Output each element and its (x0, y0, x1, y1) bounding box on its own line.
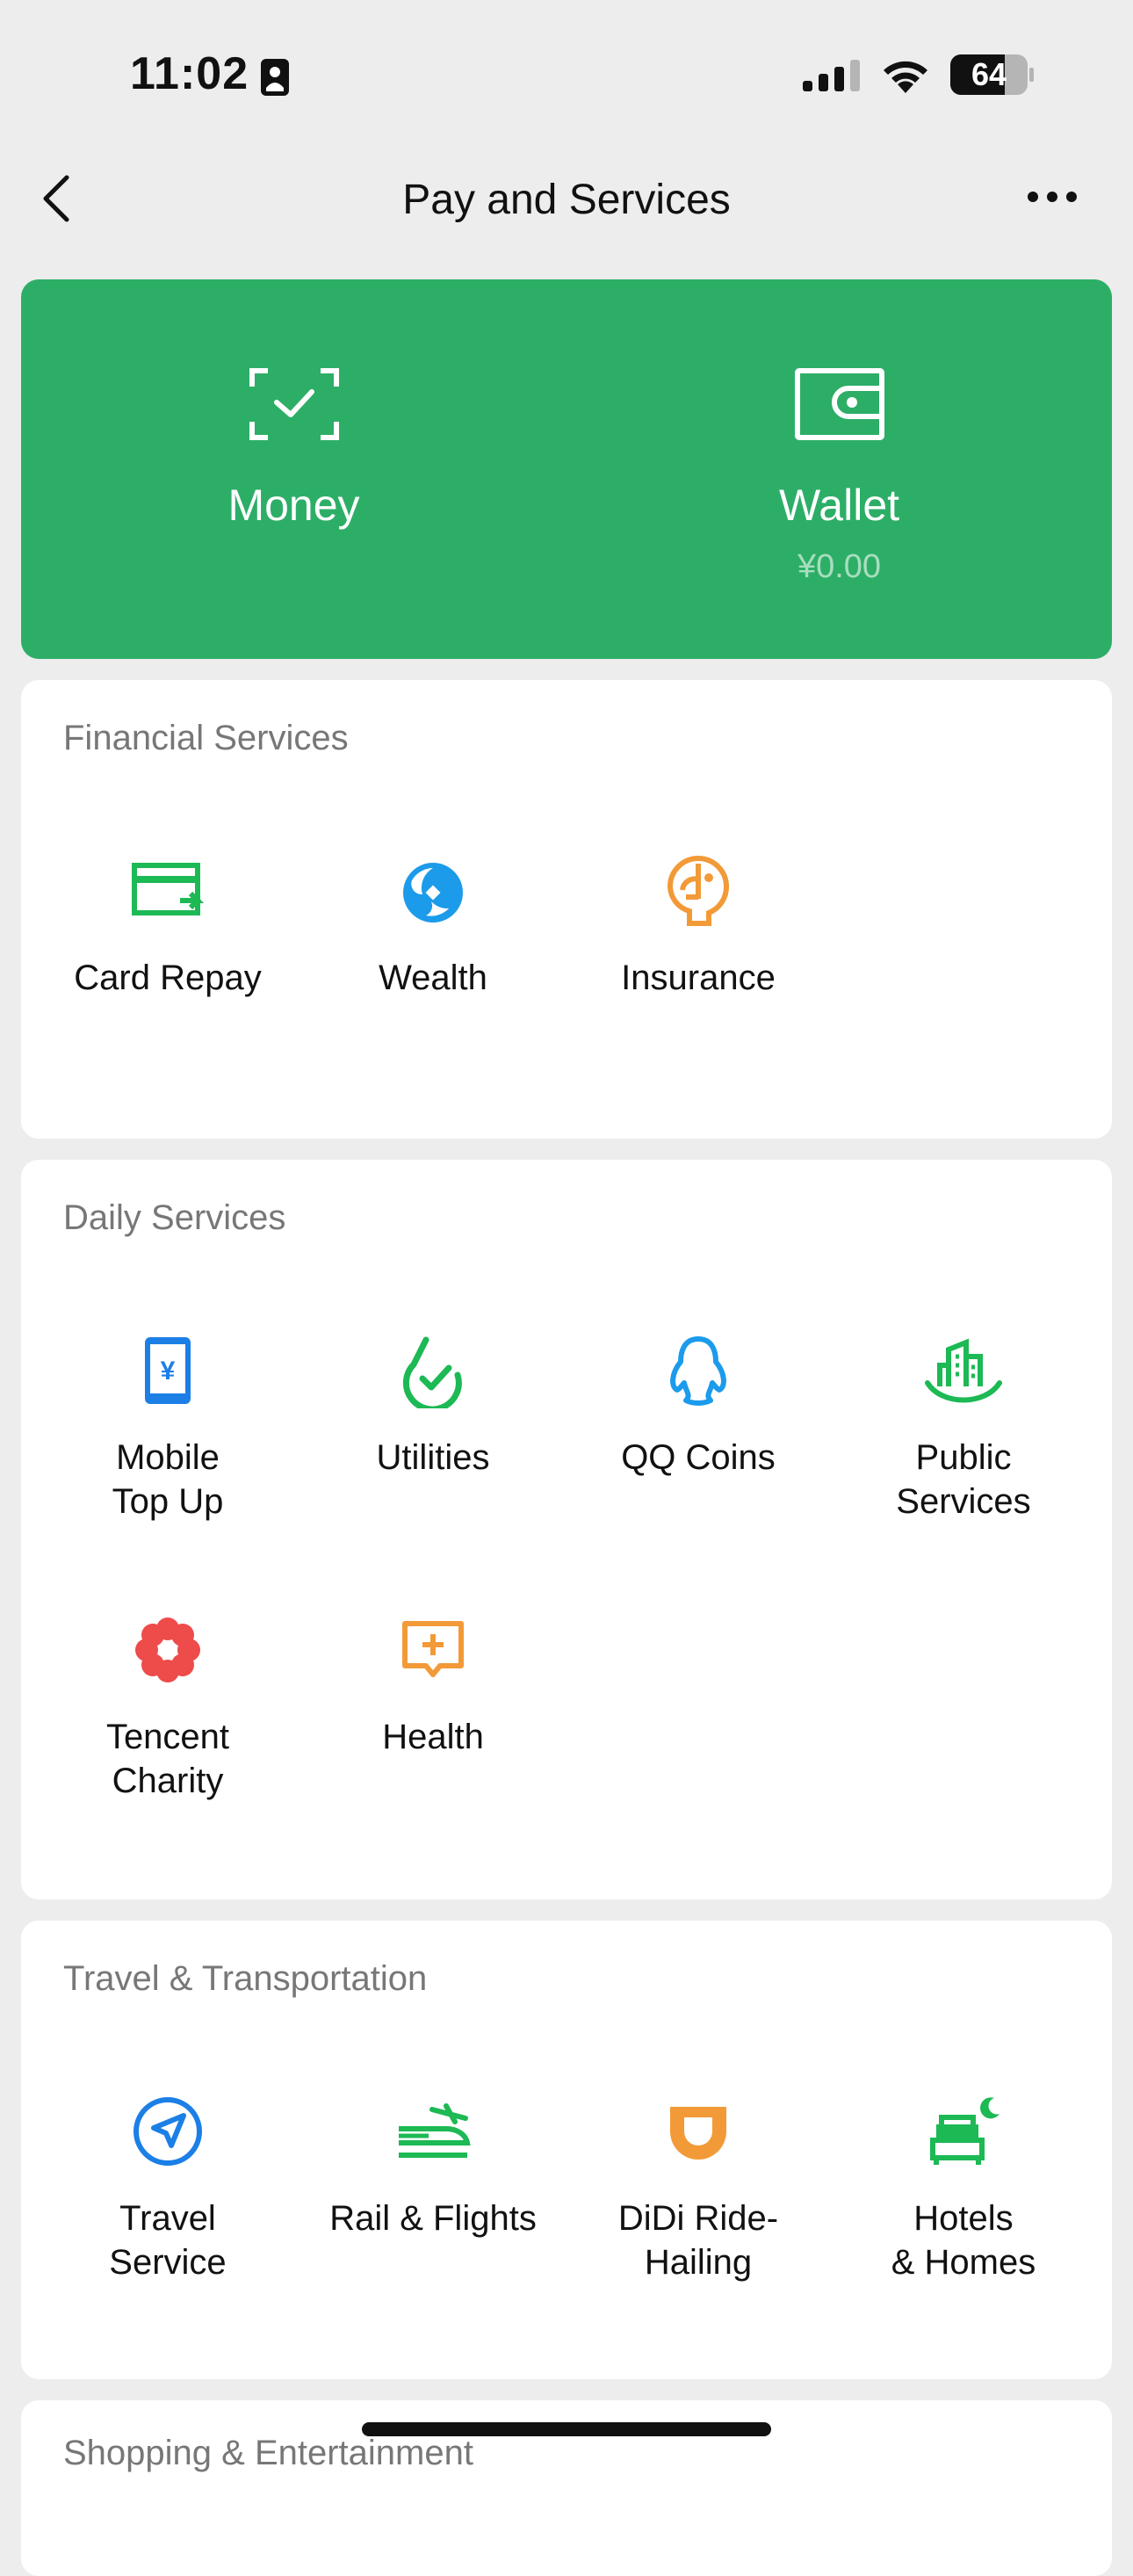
tile-label: QQ Coins (621, 1438, 776, 1477)
money-button[interactable]: Money (21, 279, 566, 659)
tile-label: Rail & Flights (329, 2199, 537, 2238)
svg-text:¥: ¥ (161, 1357, 176, 1386)
travel-service-icon (35, 2088, 300, 2175)
tile-label: Wealth (379, 959, 487, 997)
tile-label: Travel Service (109, 2199, 227, 2282)
wallet-label: Wallet (778, 481, 900, 530)
health-icon (300, 1606, 566, 1694)
public-services-icon (831, 1327, 1096, 1415)
more-button[interactable] (1026, 188, 1079, 210)
financial-services-card: Financial Services Card Repay Wealth Ins… (21, 680, 1112, 1139)
tile-label: Card Repay (74, 959, 262, 997)
page-title: Pay and Services (402, 177, 731, 223)
section-title: Daily Services (63, 1198, 286, 1237)
section-title: Shopping & Entertainment (63, 2434, 473, 2472)
rail-flights-icon (300, 2088, 566, 2175)
nav-bar: Pay and Services (0, 149, 1133, 251)
tile-label: Mobile Top Up (112, 1438, 224, 1521)
tencent-charity-icon (35, 1606, 300, 1694)
section-title: Travel & Transportation (63, 1959, 428, 1998)
scan-check-icon (249, 368, 339, 440)
home-indicator[interactable] (362, 2422, 771, 2436)
tile-label: Health (382, 1718, 484, 1756)
tile-label: Insurance (621, 959, 776, 997)
status-bar: 11:02 64 (0, 0, 1133, 149)
more-icon (1028, 192, 1077, 202)
tile-label: Public Services (896, 1438, 1031, 1521)
wifi-icon (878, 54, 933, 99)
qq-coins-icon (566, 1327, 831, 1415)
tile-label: Tencent Charity (105, 1718, 230, 1800)
travel-card: Travel & Transportation Travel Service R… (21, 1921, 1112, 2379)
wealth-icon (300, 847, 566, 935)
didi-icon (566, 2088, 831, 2175)
contact-card-icon (260, 58, 290, 101)
hotels-homes-icon (831, 2088, 1096, 2175)
status-time: 11:02 (130, 48, 249, 99)
section-title: Financial Services (63, 719, 349, 757)
hero-banner: Money Wallet ¥0.00 (21, 279, 1112, 659)
card-repay-icon (35, 847, 300, 935)
tile-label: DiDi Ride- Hailing (617, 2199, 779, 2282)
tile-label: Hotels & Homes (891, 2199, 1036, 2282)
money-label: Money (227, 481, 360, 530)
daily-services-card: Daily Services ¥ Mobile Top Up Utilities… (21, 1160, 1112, 1899)
wallet-icon (794, 368, 884, 440)
insurance-icon (566, 847, 831, 935)
utilities-icon (300, 1327, 566, 1415)
battery-level: 64 (971, 56, 1007, 92)
wallet-button[interactable]: Wallet ¥0.00 (566, 279, 1112, 659)
tile-label: Utilities (376, 1438, 490, 1477)
cellular-signal-icon (803, 58, 864, 98)
mobile-top-up-icon: ¥ (35, 1327, 300, 1415)
wallet-balance: ¥0.00 (797, 548, 882, 585)
